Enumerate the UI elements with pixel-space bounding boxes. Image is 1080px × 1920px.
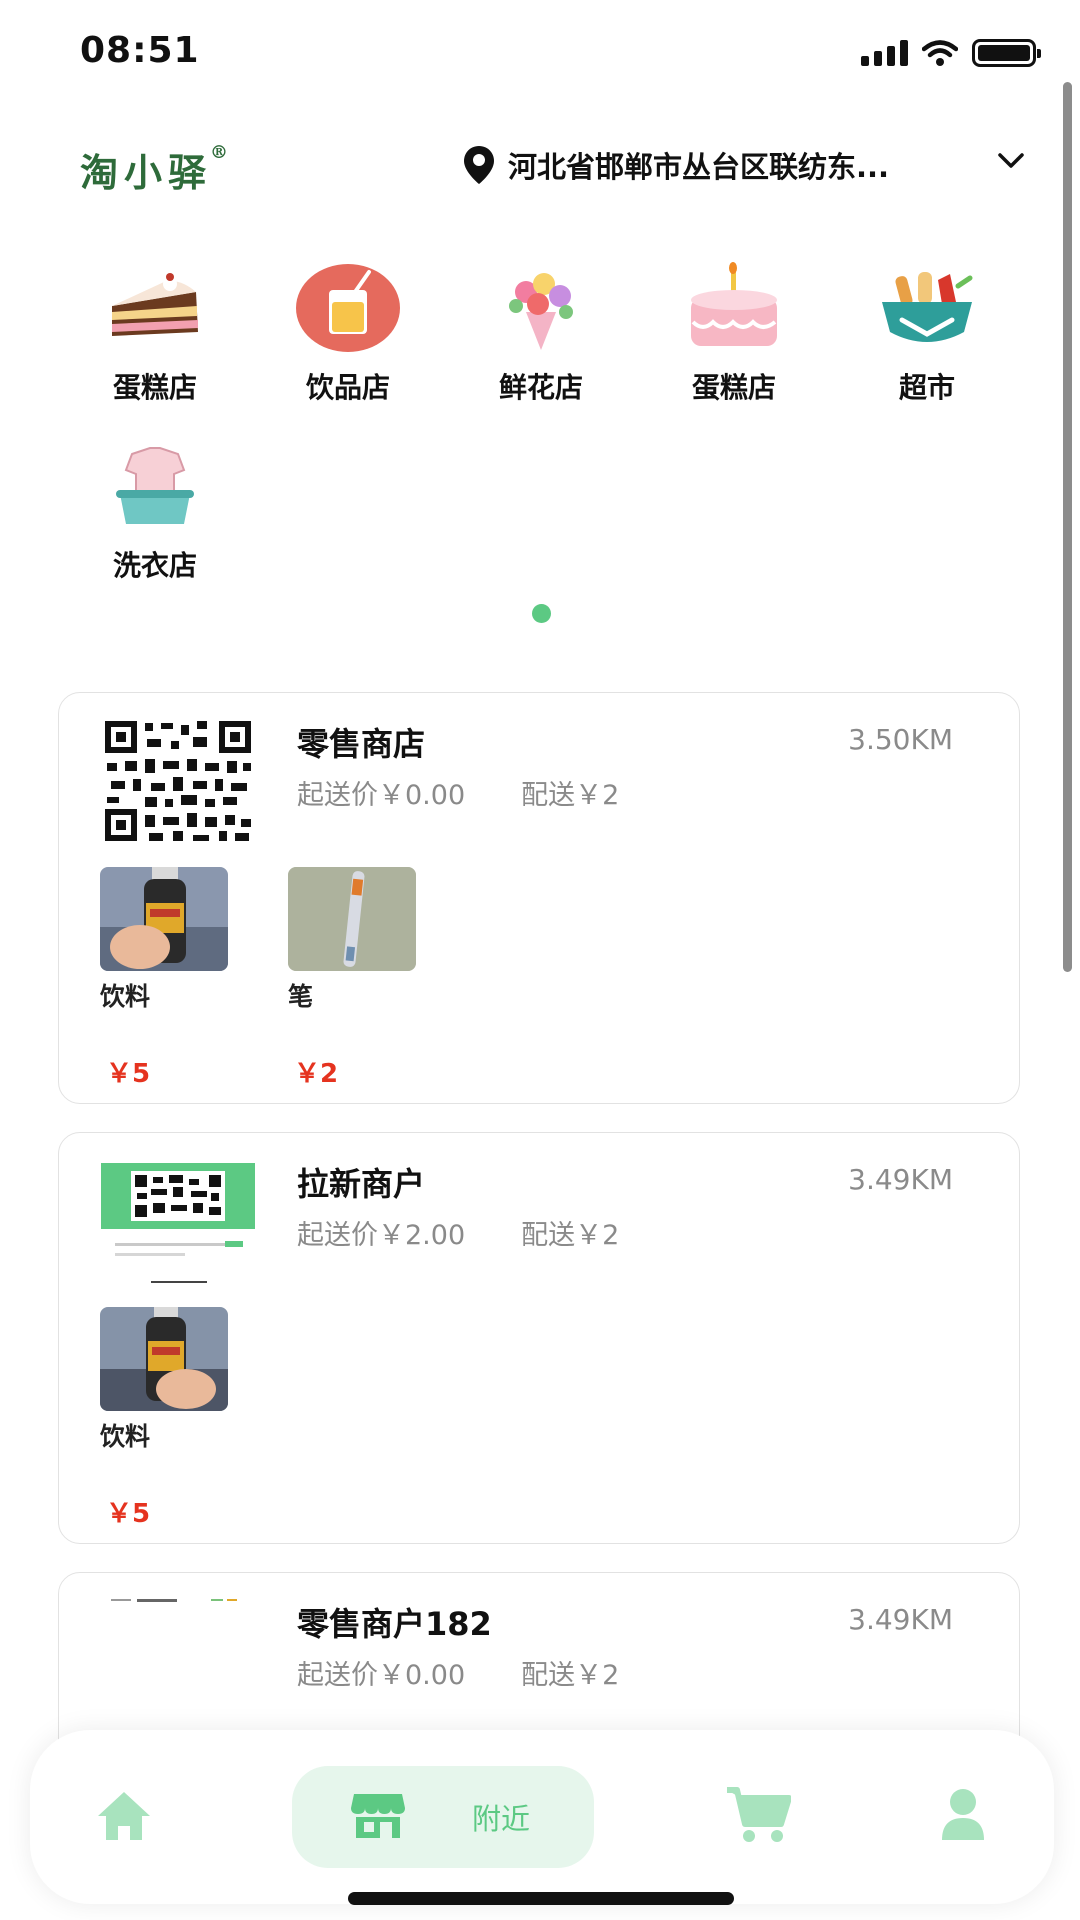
store-card[interactable]: 拉新商户 3.49KM 起送价￥2.00 配送￥2 饮料 ￥5 [58, 1132, 1020, 1544]
category-label: 超市 [898, 371, 955, 404]
product-name: 饮料 [100, 982, 151, 1011]
store-thumbnail [101, 1597, 255, 1725]
store-name: 拉新商户 [297, 1165, 426, 1203]
store-meta: 起送价￥2.00 配送￥2 [297, 1213, 619, 1252]
product-image [288, 867, 416, 971]
category-label: 鲜花店 [498, 371, 583, 404]
category-label: 饮品店 [305, 371, 390, 404]
wifi-icon [922, 40, 958, 66]
scrollbar[interactable] [1063, 82, 1072, 972]
nav-nearby-tab[interactable]: 附近 [292, 1766, 594, 1868]
min-order-price: 起送价￥2.00 [297, 1220, 466, 1251]
store-name: 零售商户182 [297, 1605, 492, 1643]
category-cake-shop[interactable]: 蛋糕店 [75, 262, 235, 406]
store-screenshot-thumbnail [101, 1157, 255, 1285]
product-price: ￥5 [106, 1499, 151, 1529]
status-time: 08:51 [80, 30, 200, 71]
product-name: 笔 [288, 982, 314, 1011]
grocery-basket-icon [882, 272, 973, 342]
product-image [100, 1307, 228, 1411]
store-distance: 3.49KM [848, 1163, 953, 1196]
store-meta: 起送价￥0.00 配送￥2 [297, 773, 619, 812]
product-name: 饮料 [100, 1422, 151, 1451]
store-name: 零售商店 [297, 725, 426, 763]
location-pin-icon [464, 146, 494, 184]
category-supermarket[interactable]: 超市 [847, 262, 1007, 406]
category-cake-shop-2[interactable]: 蛋糕店 [654, 262, 814, 406]
category-label: 蛋糕店 [112, 371, 197, 404]
status-icons [861, 38, 1041, 68]
store-distance: 3.49KM [848, 1603, 953, 1636]
store-icon [351, 1794, 405, 1838]
laundry-icon [116, 447, 194, 524]
flower-bouquet-icon [509, 273, 573, 350]
bottom-nav: 附近 [30, 1730, 1054, 1904]
min-order-price: 起送价￥0.00 [297, 1660, 466, 1691]
user-icon[interactable] [940, 1786, 986, 1842]
product-price: ￥5 [106, 1059, 151, 1089]
store-card[interactable]: 零售商店 3.50KM 起送价￥0.00 配送￥2 饮料 ￥5 笔 ￥2 [58, 692, 1020, 1104]
product-item[interactable]: 饮料 ￥5 [100, 867, 230, 1090]
category-flower-shop[interactable]: 鲜花店 [461, 262, 621, 406]
delivery-fee: 配送￥2 [521, 780, 620, 811]
product-price: ￥2 [294, 1059, 339, 1089]
home-indicator [348, 1892, 734, 1905]
delivery-fee: 配送￥2 [521, 1220, 620, 1251]
product-item[interactable]: 笔 ￥2 [288, 867, 418, 1090]
store-qr-thumbnail [101, 717, 255, 845]
cart-icon[interactable] [725, 1784, 791, 1844]
min-order-price: 起送价￥0.00 [297, 780, 466, 811]
page-indicator-dot [532, 604, 551, 623]
location-text: 河北省邯郸市丛台区联纺东... [508, 150, 890, 184]
signal-icon [861, 40, 908, 66]
drink-icon [296, 264, 400, 352]
cake-slice-icon [112, 273, 198, 336]
app-logo: 淘小驿® [80, 142, 235, 195]
birthday-cake-icon [691, 262, 777, 346]
home-icon[interactable] [94, 1788, 154, 1844]
category-laundry[interactable]: 洗衣店 [75, 440, 235, 584]
store-meta: 起送价￥0.00 配送￥2 [297, 1653, 619, 1692]
category-drink-shop[interactable]: 饮品店 [268, 262, 428, 406]
category-label: 蛋糕店 [691, 371, 776, 404]
status-bar: 08:51 [0, 0, 1080, 104]
location-selector[interactable]: 河北省邯郸市丛台区联纺东... [462, 144, 889, 186]
chevron-down-icon[interactable] [996, 146, 1026, 176]
battery-icon [972, 39, 1041, 67]
delivery-fee: 配送￥2 [521, 1660, 620, 1691]
product-item[interactable]: 饮料 ￥5 [100, 1307, 230, 1530]
category-label: 洗衣店 [112, 549, 197, 582]
product-image [100, 867, 228, 971]
store-distance: 3.50KM [848, 723, 953, 756]
nav-nearby-label: 附近 [472, 1802, 531, 1836]
header: 淘小驿® 河北省邯郸市丛台区联纺东... [0, 130, 1080, 200]
